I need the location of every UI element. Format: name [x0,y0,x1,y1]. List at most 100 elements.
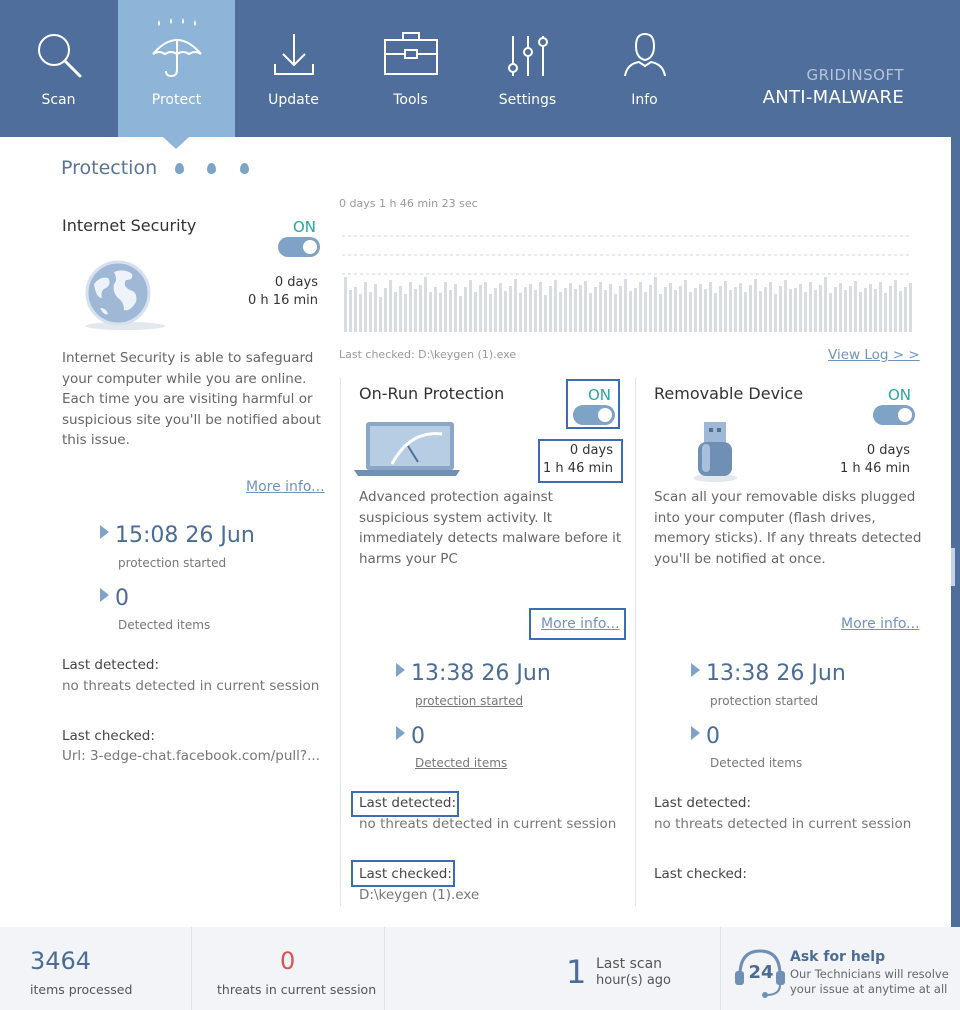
onrun-title: On-Run Protection [359,384,505,403]
internet-last-detected-label: Last detected: [62,657,160,673]
description-line: Scan all your removable disks plugged [654,489,916,505]
view-log-link[interactable]: View Log > > [828,347,920,363]
onrun-more-info-link[interactable]: More info... [541,616,620,632]
activity-bar [854,281,857,332]
brand-product: ANTI-MALWARE [762,87,904,108]
internet-security-title: Internet Security [62,216,197,235]
onrun-last-detected-label: Last detected: [359,795,457,811]
internet-detected-value: 0 [100,586,129,611]
items-processed-count: 3464 [30,947,92,975]
nav-label: Settings [498,92,557,108]
activity-bar [559,292,562,332]
description-line: your computer while you are online. [62,370,307,387]
onrun-last-checked-value: D:\keygen (1).exe [359,887,480,903]
activity-bar [894,280,897,332]
onrun-toggle[interactable] [573,405,615,425]
activity-bar [724,281,727,332]
activity-bar [889,286,892,332]
uptime-days: 0 days [274,275,318,290]
activity-bar [404,294,407,332]
drop-icon [207,163,216,174]
activity-bar [494,288,497,332]
description-line: suspicious site you'll be notified about [62,411,321,428]
internet-last-detected-value: no threats detected in current session [62,678,320,694]
threats-count: 0 [280,947,296,975]
threats-label: threats in current session [217,982,377,997]
removable-protection-started-value: 13:38 26 Jun [691,661,846,686]
internet-security-status: ON [293,218,317,236]
activity-bar [399,286,402,332]
activity-bar [609,284,612,332]
activity-bar [604,290,607,332]
resize-handle[interactable] [951,548,955,586]
activity-bar [819,285,822,332]
nav-info[interactable]: Info [586,0,703,137]
activity-bar [589,293,592,332]
activity-bar [624,279,627,332]
activity-bar [549,286,552,332]
activity-bar [519,293,522,332]
nav-tools[interactable]: Tools [352,0,469,137]
activity-bar [899,291,902,332]
activity-bar [584,281,587,332]
top-navigation: Scan Protect Update Tools Settings Info … [0,0,960,137]
activity-bar [474,292,477,332]
activity-bar [814,290,817,332]
activity-bar [909,283,912,332]
activity-bar [349,290,352,332]
activity-bar [419,285,422,332]
person-icon [623,32,666,77]
activity-bar [504,291,507,332]
removable-toggle[interactable] [873,405,915,425]
usb-drive-icon [693,422,737,482]
internet-security-uptime: 0 days 0 h 16 min [220,274,318,310]
activity-bar [469,280,472,332]
items-processed-label: items processed [30,982,133,997]
activity-bar [569,283,572,332]
activity-bar [539,282,542,332]
onrun-status: ON [588,386,612,404]
activity-bar [684,280,687,332]
nav-settings[interactable]: Settings [469,0,586,137]
nav-update[interactable]: Update [235,0,352,137]
onrun-detected-value: 0 [396,724,425,749]
activity-bar [839,283,842,332]
nav-label: Protect [151,92,202,108]
description-line: this issue. [62,432,130,448]
chart-elapsed-time: 0 days 1 h 46 min 23 sec [339,197,478,210]
nav-label: Update [268,92,319,108]
stat-text: 0 [411,724,425,749]
internet-last-checked-label: Last checked: [62,728,155,744]
nav-protect[interactable]: Protect [118,0,235,137]
activity-bar [509,286,512,332]
activity-bar [649,285,652,332]
nav-label: Info [631,92,658,108]
internet-security-more-info-link[interactable]: More info... [246,479,325,495]
activity-bar [794,288,797,332]
activity-bar [779,286,782,332]
onrun-description: Advanced protection against suspicious s… [359,487,629,569]
brand-company: GRIDINSOFT [806,66,904,84]
activity-bar [374,284,377,332]
nav-label: Tools [393,92,428,108]
removable-detected-value: 0 [691,724,720,749]
activity-bar [359,294,362,332]
removable-more-info-link[interactable]: More info... [841,616,920,632]
stat-text: 0 [115,586,129,611]
internet-security-toggle[interactable] [278,237,320,257]
last-scan-value: 1 [566,953,587,991]
activity-bar [769,282,772,332]
activity-bar [394,292,397,332]
chart-last-checked: Last checked: D:\keygen (1).exe [339,348,517,361]
nav-scan[interactable]: Scan [0,0,117,137]
activity-bar [874,289,877,332]
page-title: Protection [61,157,158,179]
laptop-icon [354,422,460,476]
activity-bar [389,280,392,332]
activity-bar [459,296,462,332]
umbrella-icon [151,18,202,78]
activity-bar [849,286,852,332]
help-line: your issue at anytime at all [790,982,948,996]
activity-bar [729,290,732,332]
description-line: memory sticks). If any threats detected [654,530,922,546]
